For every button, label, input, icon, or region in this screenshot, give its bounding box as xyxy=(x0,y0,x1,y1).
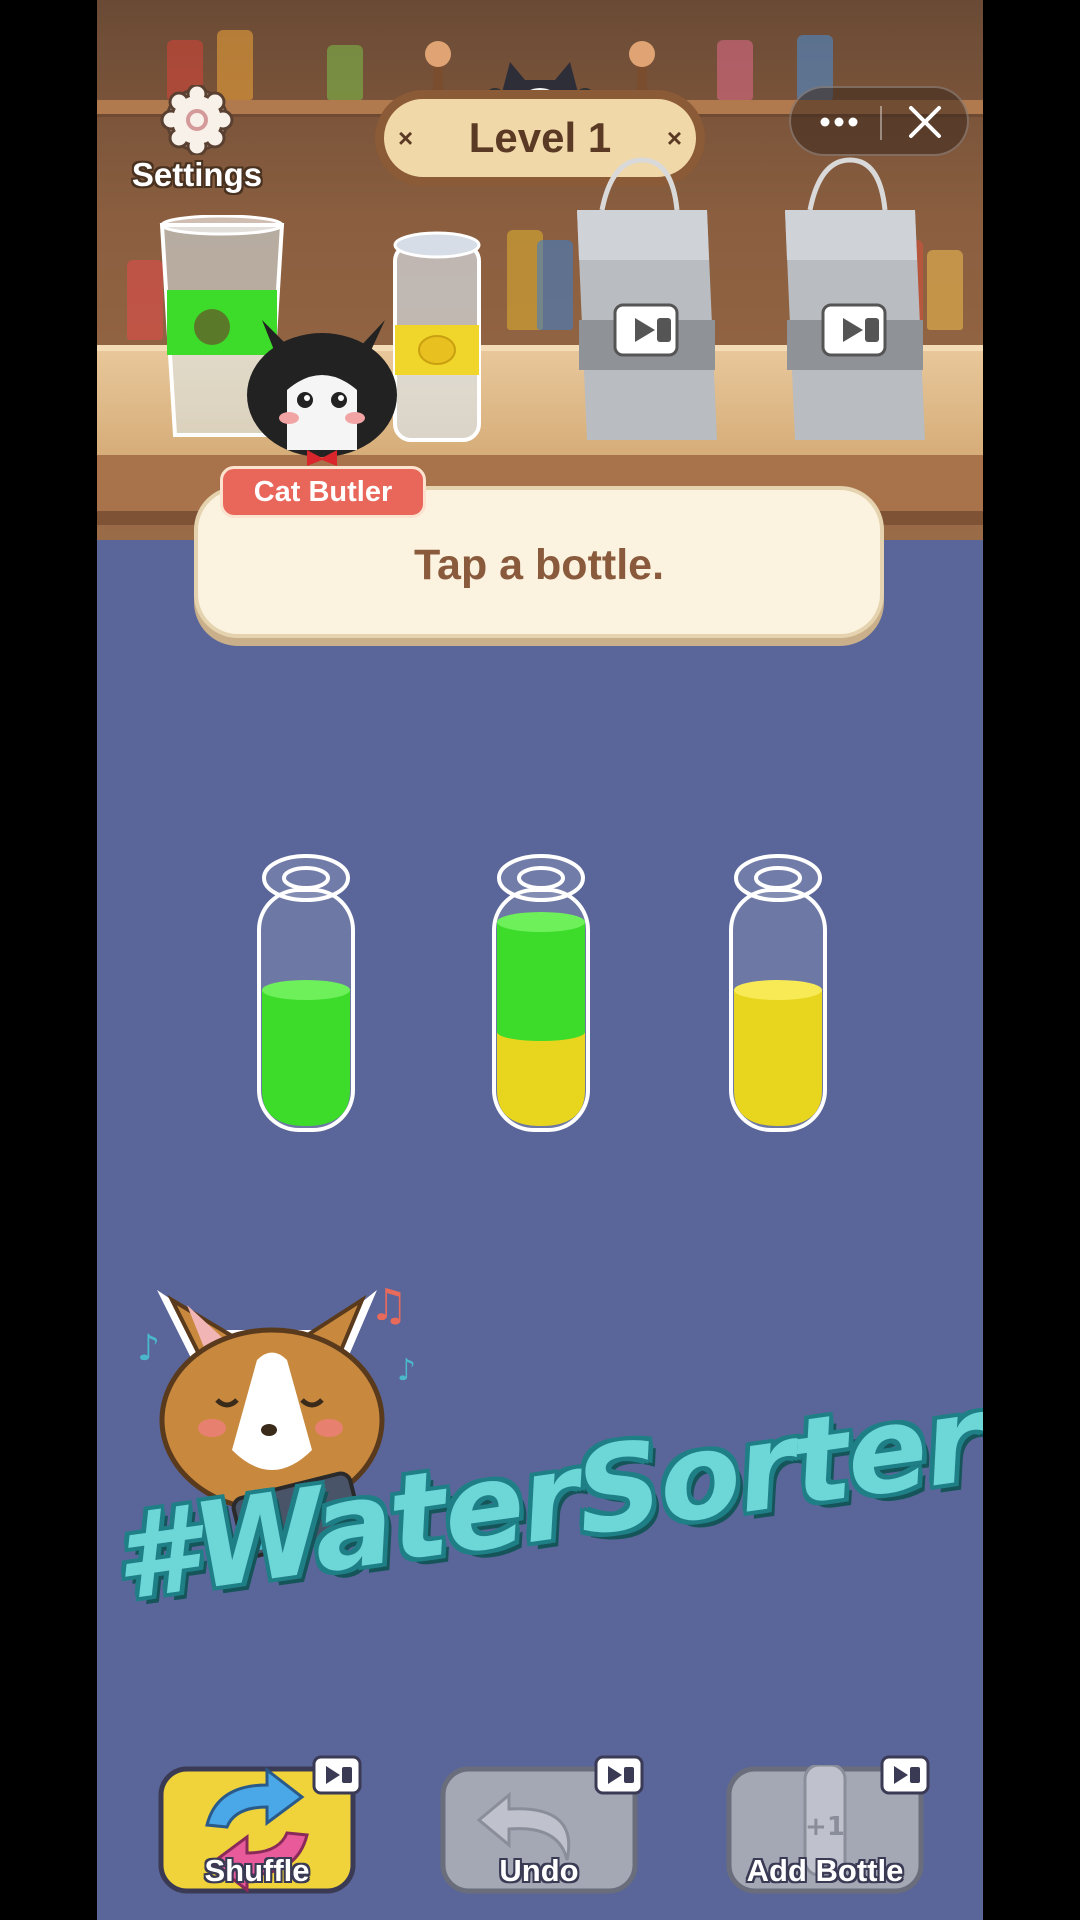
svg-text:♪: ♪ xyxy=(397,1353,416,1388)
game-screen: Settings × Level 1 × Cat Butler Tap a bo… xyxy=(97,0,983,1920)
bottle[interactable] xyxy=(482,850,600,1140)
locked-shopping-bag[interactable] xyxy=(557,150,727,450)
cat-butler-character xyxy=(247,320,397,466)
svg-text:♫: ♫ xyxy=(369,1280,408,1331)
video-ad-icon xyxy=(312,1755,362,1795)
mini-program-capsule xyxy=(789,86,969,156)
shuffle-button[interactable]: Shuffle xyxy=(157,1755,362,1895)
settings-label: Settings xyxy=(131,156,263,193)
shuffle-label: Shuffle xyxy=(204,1853,310,1888)
undo-button[interactable]: Undo xyxy=(439,1755,644,1895)
bottle[interactable] xyxy=(719,850,837,1140)
add-bottle-label: Add Bottle xyxy=(746,1853,904,1888)
close-icon[interactable] xyxy=(887,94,963,150)
undo-label: Undo xyxy=(499,1853,579,1888)
settings-button[interactable]: Settings xyxy=(117,83,277,195)
locked-shopping-bag[interactable] xyxy=(765,150,935,450)
bottle[interactable] xyxy=(247,850,365,1140)
svg-text:+1: +1 xyxy=(805,1812,845,1842)
gear-icon xyxy=(160,83,234,157)
svg-text:♪: ♪ xyxy=(137,1328,160,1369)
character-name-tag: Cat Butler xyxy=(220,466,426,518)
video-ad-icon xyxy=(594,1755,644,1795)
sign-screw-icon: × xyxy=(398,123,414,153)
more-icon[interactable] xyxy=(799,94,879,150)
video-ad-icon xyxy=(880,1755,930,1795)
add-bottle-button[interactable]: +1 Add Bottle xyxy=(725,1755,930,1895)
